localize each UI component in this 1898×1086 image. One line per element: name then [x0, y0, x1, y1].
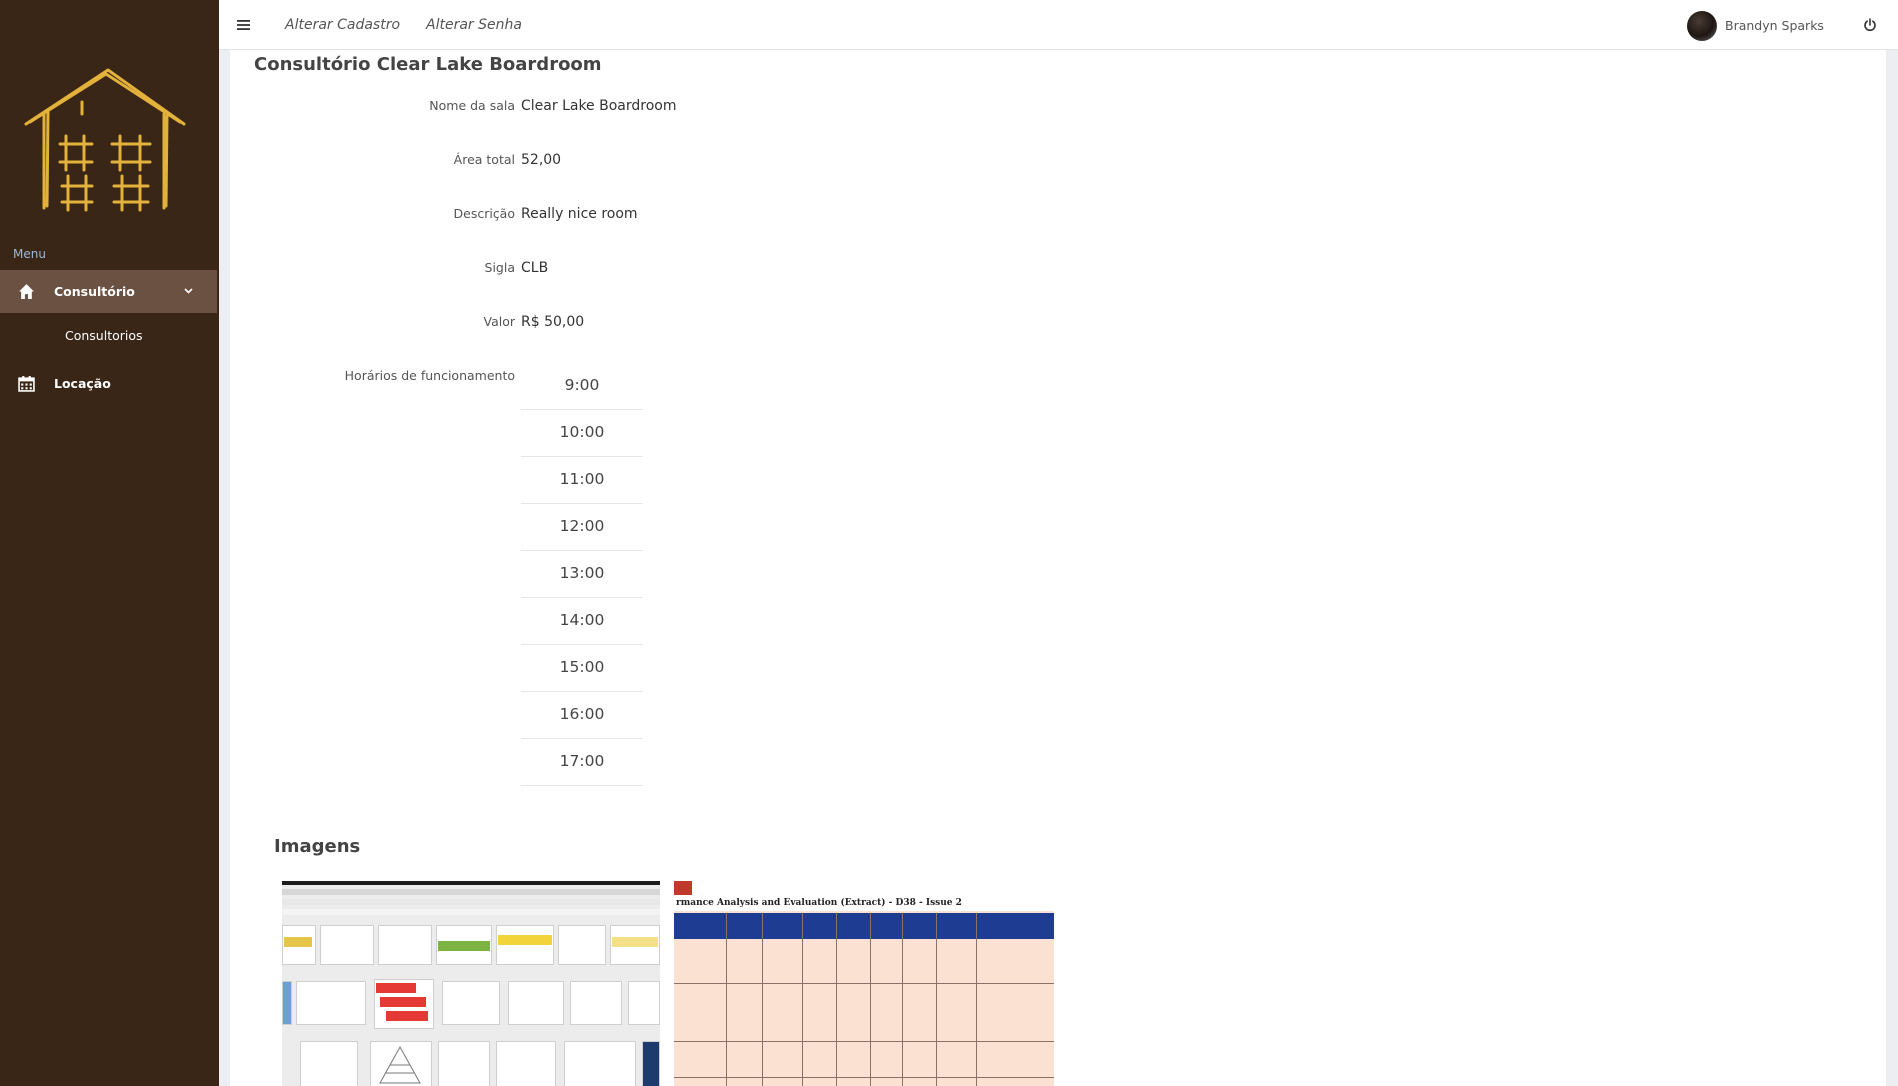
hour-item: 12:00	[521, 504, 643, 551]
menu-caption: Menu	[13, 247, 46, 261]
hour-item: 13:00	[521, 551, 643, 598]
room-image-2[interactable]: rmance Analysis and Evaluation (Extract)…	[674, 881, 1054, 1086]
sidebar-subitem-consultorios[interactable]: Consultorios	[65, 328, 143, 343]
hamburger-icon[interactable]	[237, 19, 250, 31]
hour-item: 10:00	[521, 410, 643, 457]
avatar[interactable]	[1687, 11, 1717, 41]
field-label-valor: Valor	[483, 314, 515, 329]
sidebar: Menu Consultório Consultorios Locação	[0, 0, 219, 1086]
power-icon[interactable]	[1863, 18, 1877, 32]
field-value-nome: Clear Lake Boardroom	[521, 98, 677, 114]
table-header-bar	[674, 913, 1054, 939]
hour-item: 17:00	[521, 739, 643, 786]
field-value-descricao: Really nice room	[521, 206, 638, 222]
page-title: Consultório Clear Lake Boardroom	[254, 54, 602, 75]
field-value-valor: R$ 50,00	[521, 314, 585, 330]
main-panel: Consultório Clear Lake Boardroom Nome da…	[230, 50, 1886, 1086]
hour-item: 14:00	[521, 598, 643, 645]
sidebar-item-label: Consultório	[54, 284, 135, 299]
images-title: Imagens	[274, 836, 361, 857]
user-name[interactable]: Brandyn Sparks	[1725, 18, 1824, 33]
field-label-sigla: Sigla	[484, 260, 515, 275]
field-label-horarios: Horários de funcionamento	[344, 368, 515, 383]
sidebar-item-locacao[interactable]: Locação	[0, 362, 217, 405]
field-value-area: 52,00	[521, 152, 562, 168]
hour-item: 15:00	[521, 645, 643, 692]
image-caption: rmance Analysis and Evaluation (Extract)…	[674, 895, 1054, 911]
hours-list: 9:00 10:00 11:00 12:00 13:00 14:00 15:00…	[521, 363, 643, 786]
hour-item: 9:00	[521, 363, 643, 410]
sidebar-item-label: Locação	[54, 376, 111, 391]
chevron-down-icon	[184, 288, 193, 294]
calendar-icon	[18, 376, 35, 392]
hour-item: 16:00	[521, 692, 643, 739]
home-icon	[19, 284, 34, 299]
hour-item: 11:00	[521, 457, 643, 504]
field-label-area: Área total	[453, 152, 515, 167]
topbar: Alterar Cadastro Alterar Senha Brandyn S…	[219, 0, 1898, 50]
field-label-nome: Nome da sala	[429, 98, 515, 113]
alterar-senha-link[interactable]: Alterar Senha	[426, 17, 522, 33]
room-image-1[interactable]	[282, 881, 660, 1086]
alterar-cadastro-link[interactable]: Alterar Cadastro	[285, 17, 400, 33]
field-label-descricao: Descrição	[453, 206, 516, 221]
sidebar-item-consultorio[interactable]: Consultório	[0, 270, 217, 313]
field-value-sigla: CLB	[521, 260, 549, 276]
house-logo-icon[interactable]	[22, 66, 188, 214]
